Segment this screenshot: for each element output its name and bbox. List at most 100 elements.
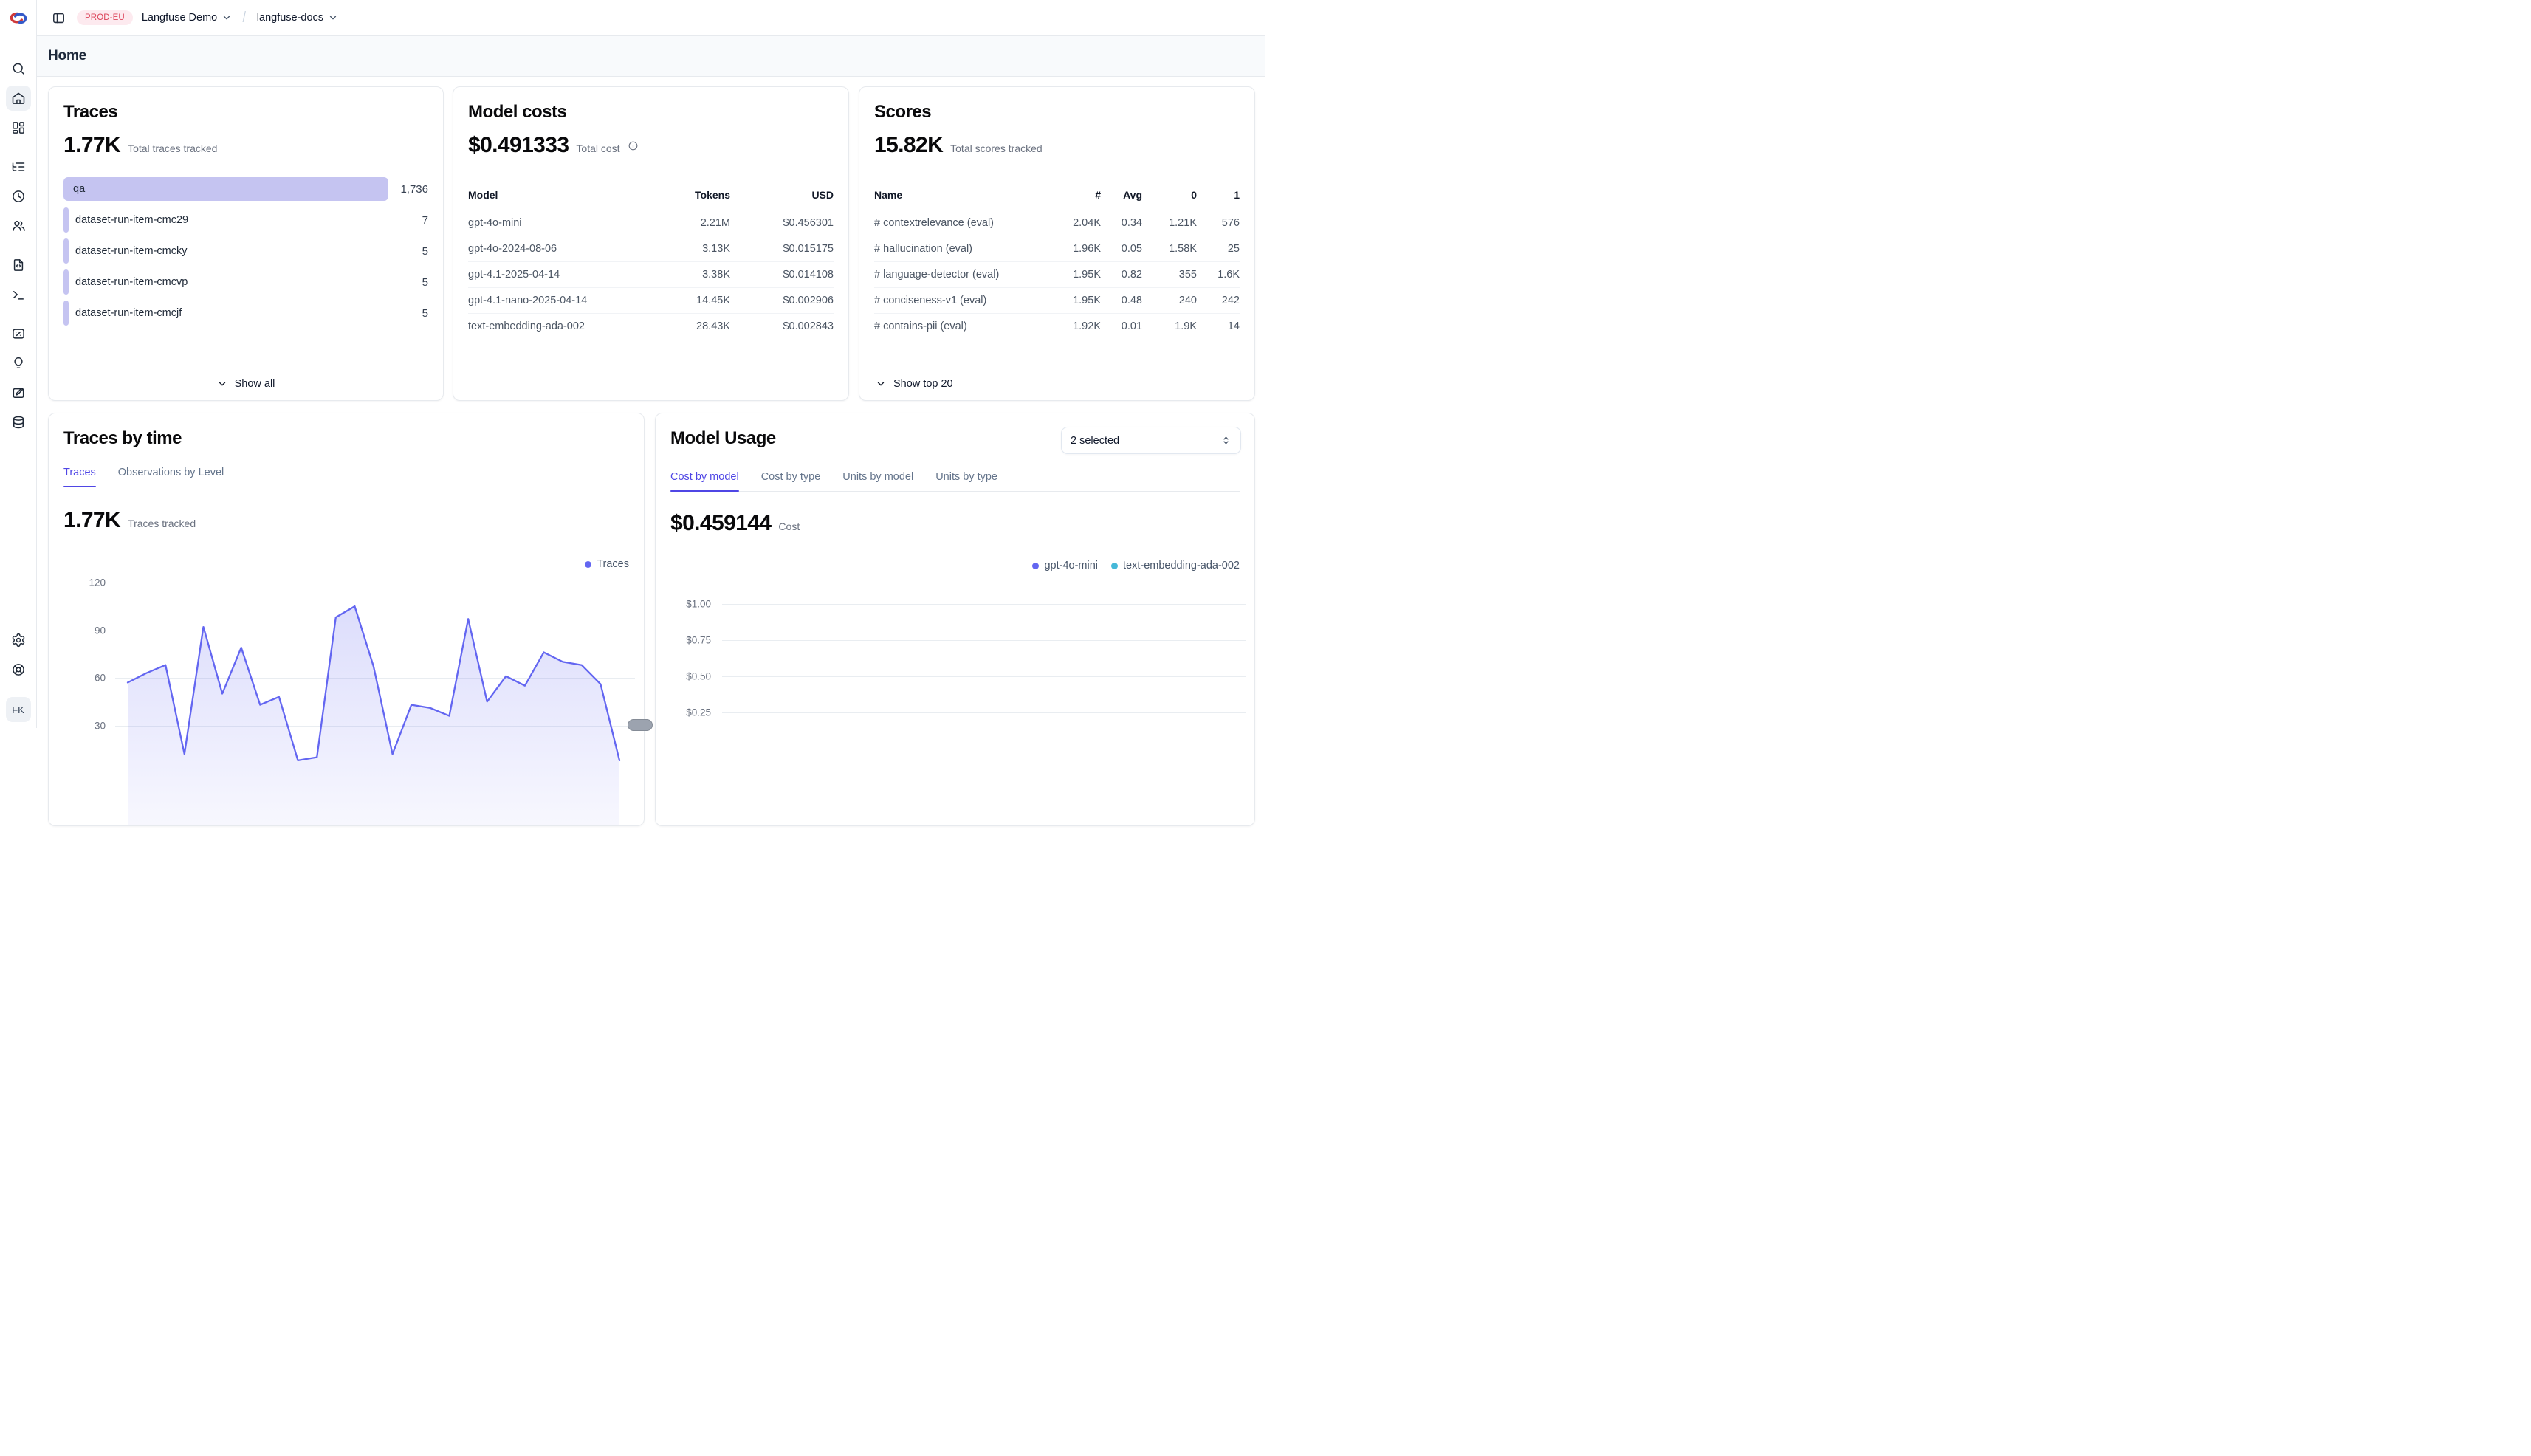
table-row: # contains-pii (eval)1.92K0.011.9K14 [874, 314, 1240, 339]
legend-label: gpt-4o-mini [1044, 560, 1098, 571]
row-value: 1.92K [1052, 320, 1101, 332]
trace-bar [63, 301, 69, 326]
evals-percent-icon [11, 326, 26, 341]
column-header: 1 [1197, 189, 1240, 201]
sidebar-item-annotations[interactable] [6, 351, 31, 376]
tab-units-by-model[interactable]: Units by model [842, 471, 913, 491]
tab-observations-by-level[interactable]: Observations by Level [118, 467, 224, 487]
model-select[interactable]: 2 selected [1061, 427, 1241, 454]
panel-toggle-icon[interactable] [49, 8, 68, 27]
table-row: # conciseness-v1 (eval)1.95K0.48240242 [874, 288, 1240, 314]
legend-item: text-embedding-ada-002 [1111, 560, 1240, 571]
row-name: text-embedding-ada-002 [468, 320, 605, 332]
row-value: 1.58K [1142, 243, 1197, 255]
table-row: gpt-4.1-nano-2025-04-1414.45K$0.002906 [468, 288, 834, 314]
sidebar-item-home[interactable] [6, 86, 31, 111]
sidebar-item-search[interactable] [6, 56, 31, 81]
row-value: 576 [1197, 217, 1240, 229]
row-name: gpt-4.1-nano-2025-04-14 [468, 295, 605, 306]
model-select-value: 2 selected [1071, 435, 1119, 447]
usage-cost-label: Cost [778, 521, 800, 532]
column-header: Avg [1101, 189, 1142, 201]
row-value: $0.002906 [730, 295, 834, 306]
row-value: 0.01 [1101, 320, 1142, 332]
trace-count: 5 [422, 245, 428, 258]
card-title: Traces [63, 102, 428, 123]
show-top-20-button[interactable]: Show top 20 [876, 378, 953, 390]
chevron-down-icon [876, 379, 886, 389]
traces-total-label: Total traces tracked [128, 142, 217, 154]
trace-bar-row: dataset-run-item-cmc297 [63, 207, 428, 233]
search-icon [11, 61, 26, 76]
info-icon[interactable] [628, 140, 639, 151]
tab-units-by-type[interactable]: Units by type [935, 471, 997, 491]
traces-card: Traces 1.77K Total traces tracked qa1,73… [48, 86, 444, 401]
sidebar-item-evals[interactable] [6, 321, 31, 346]
row-value: 28.43K [605, 320, 730, 332]
tab-cost-by-type[interactable]: Cost by type [761, 471, 821, 491]
model-usage-legend: gpt-4o-mini text-embedding-ada-002 [670, 560, 1240, 571]
traces-tracked-metric: 1.77K [63, 508, 120, 533]
topbar: PROD-EU Langfuse Demo / langfuse-docs [37, 0, 1266, 36]
row-name: # hallucination (eval) [874, 243, 1052, 255]
row-value: 1.95K [1052, 295, 1101, 306]
tab-traces[interactable]: Traces [63, 467, 96, 487]
row-value: 0.82 [1101, 269, 1142, 281]
row-value: 3.13K [605, 243, 730, 255]
row-name: gpt-4o-mini [468, 217, 605, 229]
sidebar-item-tracing[interactable] [6, 154, 31, 179]
home-icon [11, 91, 26, 106]
legend-dot-icon [1111, 563, 1118, 569]
row-value: 0.34 [1101, 217, 1142, 229]
y-tick-label: 30 [63, 720, 106, 731]
gridline [722, 640, 1246, 641]
tab-cost-by-model[interactable]: Cost by model [670, 471, 739, 491]
row-value: 14.45K [605, 295, 730, 306]
model-costs-table: ModelTokensUSDgpt-4o-mini2.21M$0.456301g… [468, 189, 834, 339]
sidebar-item-settings[interactable] [6, 628, 31, 653]
trace-name: dataset-run-item-cmcky [75, 245, 187, 257]
langfuse-logo[interactable] [10, 9, 27, 27]
sidebar-item-playground[interactable] [6, 282, 31, 307]
sidebar-bottom: FK [6, 628, 31, 722]
sidebar-item-dashboards[interactable] [6, 115, 31, 140]
sidebar-item-sessions[interactable] [6, 184, 31, 209]
sidebar-item-experiments[interactable] [6, 380, 31, 405]
project-name: langfuse-docs [257, 12, 323, 24]
sidebar-item-datasets[interactable] [6, 410, 31, 435]
legend-dot-icon [1032, 563, 1039, 569]
row-value: 242 [1197, 295, 1240, 306]
row-value: 1.21K [1142, 217, 1197, 229]
row-value: 2.21M [605, 217, 730, 229]
org-selector[interactable]: Langfuse Demo [142, 12, 232, 24]
table-row: gpt-4.1-2025-04-143.38K$0.014108 [468, 262, 834, 288]
chevrons-up-down-icon [1220, 435, 1232, 446]
row-value: 1.9K [1142, 320, 1197, 332]
table-header: ModelTokensUSD [468, 189, 834, 210]
prompts-file-icon [11, 258, 26, 272]
chevron-down-icon [217, 379, 227, 389]
row-value: 355 [1142, 269, 1197, 281]
sessions-clock-icon [11, 189, 26, 204]
trace-count: 5 [422, 276, 428, 289]
sidebar-item-users[interactable] [6, 213, 31, 238]
row-name: # contains-pii (eval) [874, 320, 1052, 332]
table-header: Name#Avg01 [874, 189, 1240, 210]
sidebar-item-support[interactable] [6, 657, 31, 682]
sidebar-item-prompts[interactable] [6, 253, 31, 278]
row-value: 0.48 [1101, 295, 1142, 306]
dashboard-grid-icon [11, 120, 26, 135]
legend-label: text-embedding-ada-002 [1123, 560, 1240, 571]
trace-name: qa [73, 183, 85, 195]
gridline [722, 712, 1246, 713]
trace-count: 1,736 [400, 183, 428, 196]
project-selector[interactable]: langfuse-docs [257, 12, 338, 24]
scores-total-label: Total scores tracked [950, 142, 1043, 154]
horizontal-scrollbar-thumb[interactable] [628, 719, 653, 731]
row-value: 1.95K [1052, 269, 1101, 281]
avatar[interactable]: FK [6, 697, 31, 722]
show-all-button[interactable]: Show all [49, 378, 443, 390]
chevron-down-icon [328, 13, 338, 23]
row-value: 3.38K [605, 269, 730, 281]
chevron-down-icon [221, 13, 232, 23]
